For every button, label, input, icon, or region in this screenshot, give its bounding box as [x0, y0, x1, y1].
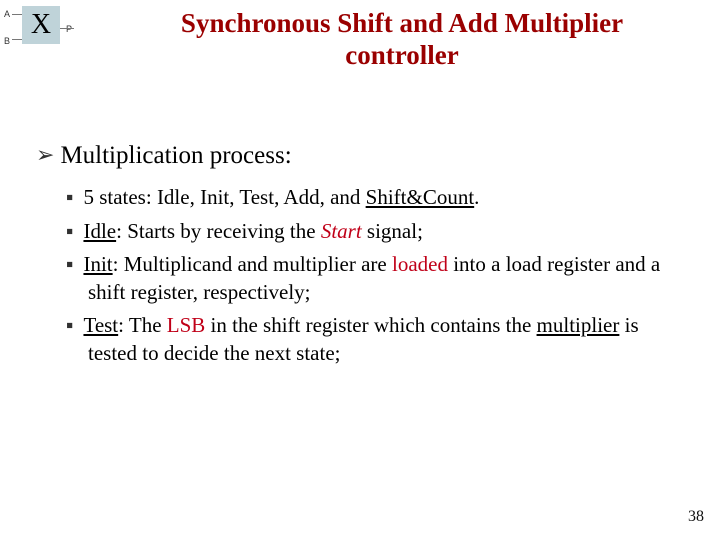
bullet-2: ▪ Idle: Starts by receiving the Start sig…: [66, 218, 684, 246]
slide-body: ➢Multiplication process: ▪ 5 states: Idle…: [0, 72, 720, 367]
b2-pre: : Starts by receiving the: [116, 219, 321, 243]
icon-label-b: B: [4, 36, 10, 46]
title-line-1: Synchronous Shift and Add Multiplier: [181, 8, 623, 38]
b2-under: Idle: [83, 219, 116, 243]
square-bullet-icon: ▪: [66, 186, 73, 209]
multiplier-icon: A B P X: [4, 6, 74, 54]
b1-post: .: [474, 185, 479, 209]
b3-under: Init: [83, 252, 112, 276]
b2-red: Start: [321, 219, 362, 243]
square-bullet-icon: ▪: [66, 220, 73, 243]
b4-under: Test: [83, 313, 118, 337]
arrow-bullet-icon: ➢: [36, 142, 54, 167]
b4-mid: in the shift register which contains the: [205, 313, 536, 337]
heading-text: Multiplication process:: [60, 142, 291, 169]
wire-b: [12, 39, 22, 40]
mult-symbol: X: [31, 9, 51, 41]
header: A B P X Synchronous Shift and Add Multip…: [0, 0, 720, 72]
bullet-4: ▪ Test: The LSB in the shift register whi…: [66, 312, 684, 367]
slide-title: Synchronous Shift and Add Multiplier con…: [94, 6, 710, 72]
b2-post: signal;: [362, 219, 423, 243]
icon-label-p: P: [66, 24, 72, 34]
title-line-2: controller: [345, 40, 458, 70]
mult-box: X: [22, 6, 60, 44]
square-bullet-icon: ▪: [66, 253, 73, 276]
b3-pre: : Multiplicand and multiplier are: [113, 252, 392, 276]
bullet-1: ▪ 5 states: Idle, Init, Test, Add, and Sh…: [66, 184, 684, 212]
bullet-3: ▪ Init: Multiplicand and multiplier are l…: [66, 251, 684, 306]
wire-p: [60, 28, 74, 29]
b3-red: loaded: [392, 252, 448, 276]
heading-level1: ➢Multiplication process:: [36, 142, 684, 170]
wire-a: [12, 14, 22, 15]
b1-under: Shift&Count: [366, 185, 475, 209]
b4-pre: : The: [118, 313, 167, 337]
square-bullet-icon: ▪: [66, 314, 73, 337]
icon-label-a: A: [4, 9, 10, 19]
slide: A B P X Synchronous Shift and Add Multip…: [0, 0, 720, 540]
b4-red: LSB: [167, 313, 206, 337]
b1-pre: 5 states: Idle, Init, Test, Add, and: [83, 185, 365, 209]
b4-under2: multiplier: [537, 313, 620, 337]
page-number: 38: [688, 508, 704, 526]
